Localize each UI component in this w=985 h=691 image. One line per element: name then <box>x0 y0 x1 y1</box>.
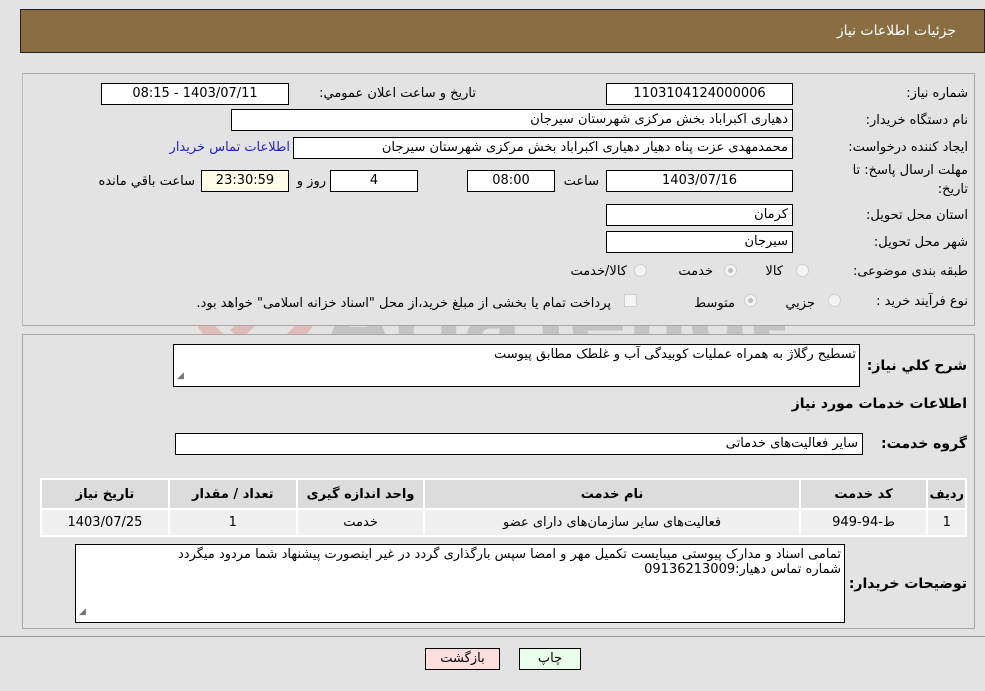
service-group-field: سایر فعالیت‌های خدماتی <box>175 433 863 455</box>
announce-datetime-label: تاریخ و ساعت اعلان عمومي: <box>319 86 476 101</box>
cell-service-code: ط-94-949 <box>798 508 929 537</box>
purchase-option-minor: جزيي <box>785 296 815 311</box>
buyer-notes-line2: شماره تماس دهیار:09136213009 <box>644 562 841 577</box>
days-label: روز و <box>296 174 326 189</box>
buyer-contact-link[interactable]: اطلاعات تماس خریدار <box>170 140 290 155</box>
description-label: شرح کلي نياز: <box>866 358 967 374</box>
province-label: استان محل تحویل: <box>866 208 968 223</box>
description-textarea[interactable]: تسطیح رگلاژ به همراه عملیات کوبیدگی آب و… <box>173 344 860 387</box>
col-header-need-date: تاريخ نياز <box>40 478 170 510</box>
services-table: رديف کد خدمت نام خدمت واحد اندازه گيری ت… <box>40 478 967 537</box>
print-button[interactable]: چاپ <box>519 648 581 670</box>
buyer-notes-textarea[interactable]: تمامی اسناد و مدارک پیوستی میبایست تکمیل… <box>75 544 845 623</box>
category-label: طبقه بندی موضوعی: <box>852 264 968 279</box>
deadline-time-field: 08:00 <box>467 170 555 192</box>
col-header-service-name: نام خدمت <box>423 478 801 510</box>
purchase-radio-minor[interactable] <box>828 294 841 307</box>
remaining-days-field: 4 <box>330 170 418 192</box>
buyer-notes-line1: تمامی اسناد و مدارک پیوستی میبایست تکمیل… <box>178 547 841 562</box>
treasury-checkbox[interactable] <box>624 294 637 307</box>
province-field: کرمان <box>606 204 793 226</box>
category-radio-goods-service[interactable] <box>634 264 647 277</box>
treasury-note: پرداخت تمام یا بخشی از مبلغ خرید،از محل … <box>196 296 611 311</box>
deadline-label-line1: مهلت ارسال پاسخ: تا <box>852 163 968 178</box>
buyer-org-field: دهیاری اکبراباد بخش مرکزی شهرستان سیرجان <box>231 109 793 131</box>
category-option-goods: کالا <box>765 264 783 279</box>
need-number-label: شماره نیاز: <box>906 86 968 101</box>
category-radio-goods[interactable] <box>796 264 809 277</box>
page-title: جزئیات اطلاعات نیاز <box>836 23 956 39</box>
city-label: شهر محل تحویل: <box>873 235 968 250</box>
buyer-org-label: نام دستگاه خريدار: <box>865 113 968 128</box>
purchase-radio-medium[interactable] <box>744 294 757 307</box>
col-header-service-code: کد خدمت <box>798 478 929 510</box>
deadline-date-field: 1403/07/16 <box>606 170 793 192</box>
buyer-notes-label: توضيحات خريدار: <box>848 576 967 592</box>
deadline-time-label: ساعت <box>563 174 599 189</box>
services-section-title: اطلاعات خدمات مورد نياز <box>791 396 967 412</box>
cell-need-date: 1403/07/25 <box>40 508 170 537</box>
need-number-field: 1103104124000006 <box>606 83 793 105</box>
remaining-time-label: ساعت باقي مانده <box>98 174 195 189</box>
table-header-row: رديف کد خدمت نام خدمت واحد اندازه گيری ت… <box>40 478 967 510</box>
requester-label: ایجاد کننده درخواست: <box>848 140 968 155</box>
remaining-time-field: 23:30:59 <box>201 170 289 192</box>
back-button[interactable]: بازگشت <box>425 648 500 670</box>
requester-field: محمدمهدی عزت پناه دهیار دهیاری اکبراباد … <box>293 137 793 159</box>
table-row: 1 ط-94-949 فعالیت‌های سایر سازمان‌های دا… <box>40 508 967 537</box>
announce-datetime-field: 1403/07/11 - 08:15 <box>101 83 289 105</box>
resize-grip-icon[interactable]: ◢ <box>177 369 184 384</box>
col-header-row-number: رديف <box>926 478 967 510</box>
deadline-label-line2: تاریخ: <box>937 182 968 197</box>
page-header: جزئیات اطلاعات نیاز <box>20 9 985 53</box>
category-option-goods-service: کالا/خدمت <box>570 264 627 279</box>
category-option-service: خدمت <box>678 264 713 279</box>
category-radio-service[interactable] <box>724 264 737 277</box>
service-group-label: گروه خدمت: <box>881 436 967 452</box>
col-header-quantity: تعداد / مقدار <box>167 478 298 510</box>
city-field: سیرجان <box>606 231 793 253</box>
purchase-option-medium: متوسط <box>694 296 735 311</box>
cell-quantity: 1 <box>167 508 298 537</box>
cell-unit: خدمت <box>295 508 426 537</box>
col-header-unit: واحد اندازه گيری <box>295 478 426 510</box>
cell-row-number: 1 <box>926 508 967 537</box>
cell-service-name: فعالیت‌های سایر سازمان‌های دارای عضو <box>423 508 801 537</box>
purchase-type-label: نوع فرآیند خرید : <box>876 294 968 309</box>
divider <box>0 636 985 637</box>
description-text: تسطیح رگلاژ به همراه عملیات کوبیدگی آب و… <box>493 347 856 362</box>
resize-grip-icon[interactable]: ◢ <box>79 605 86 620</box>
